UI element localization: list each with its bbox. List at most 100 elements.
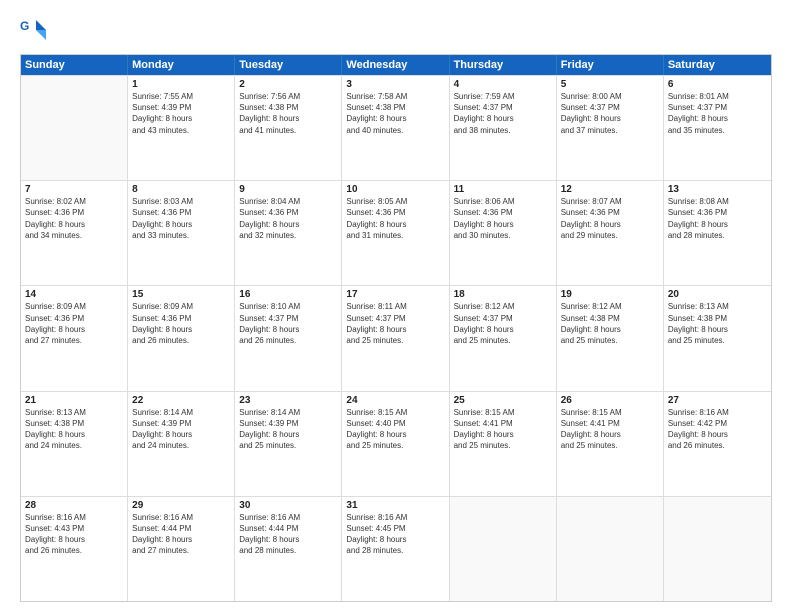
day-info: Sunrise: 7:56 AMSunset: 4:38 PMDaylight:…: [239, 91, 337, 136]
day-number: 21: [25, 395, 123, 406]
day-info: Sunrise: 8:13 AMSunset: 4:38 PMDaylight:…: [668, 301, 767, 346]
day-info: Sunrise: 7:58 AMSunset: 4:38 PMDaylight:…: [346, 91, 444, 136]
day-number: 28: [25, 500, 123, 511]
day-number: 11: [454, 184, 552, 195]
day-info: Sunrise: 8:15 AMSunset: 4:41 PMDaylight:…: [454, 407, 552, 452]
calendar-week-row: 1Sunrise: 7:55 AMSunset: 4:39 PMDaylight…: [21, 75, 771, 180]
calendar-cell: 15Sunrise: 8:09 AMSunset: 4:36 PMDayligh…: [128, 286, 235, 390]
weekday-header: Tuesday: [235, 55, 342, 75]
day-number: 2: [239, 79, 337, 90]
day-number: 4: [454, 79, 552, 90]
calendar-cell: 23Sunrise: 8:14 AMSunset: 4:39 PMDayligh…: [235, 392, 342, 496]
day-number: 8: [132, 184, 230, 195]
weekday-header: Wednesday: [342, 55, 449, 75]
calendar-cell: 12Sunrise: 8:07 AMSunset: 4:36 PMDayligh…: [557, 181, 664, 285]
day-number: 20: [668, 289, 767, 300]
day-info: Sunrise: 8:15 AMSunset: 4:40 PMDaylight:…: [346, 407, 444, 452]
calendar-cell: 14Sunrise: 8:09 AMSunset: 4:36 PMDayligh…: [21, 286, 128, 390]
day-number: 3: [346, 79, 444, 90]
day-number: 9: [239, 184, 337, 195]
calendar-cell: [21, 76, 128, 180]
day-info: Sunrise: 8:00 AMSunset: 4:37 PMDaylight:…: [561, 91, 659, 136]
day-info: Sunrise: 8:08 AMSunset: 4:36 PMDaylight:…: [668, 196, 767, 241]
calendar-cell: 7Sunrise: 8:02 AMSunset: 4:36 PMDaylight…: [21, 181, 128, 285]
day-info: Sunrise: 7:59 AMSunset: 4:37 PMDaylight:…: [454, 91, 552, 136]
day-number: 14: [25, 289, 123, 300]
day-number: 29: [132, 500, 230, 511]
day-number: 30: [239, 500, 337, 511]
day-number: 1: [132, 79, 230, 90]
calendar-cell: 26Sunrise: 8:15 AMSunset: 4:41 PMDayligh…: [557, 392, 664, 496]
day-info: Sunrise: 8:04 AMSunset: 4:36 PMDaylight:…: [239, 196, 337, 241]
day-info: Sunrise: 8:16 AMSunset: 4:42 PMDaylight:…: [668, 407, 767, 452]
calendar-cell: 29Sunrise: 8:16 AMSunset: 4:44 PMDayligh…: [128, 497, 235, 601]
weekday-header: Sunday: [21, 55, 128, 75]
day-info: Sunrise: 8:13 AMSunset: 4:38 PMDaylight:…: [25, 407, 123, 452]
calendar-cell: 21Sunrise: 8:13 AMSunset: 4:38 PMDayligh…: [21, 392, 128, 496]
day-number: 22: [132, 395, 230, 406]
calendar-cell: 31Sunrise: 8:16 AMSunset: 4:45 PMDayligh…: [342, 497, 449, 601]
calendar-cell: 22Sunrise: 8:14 AMSunset: 4:39 PMDayligh…: [128, 392, 235, 496]
day-info: Sunrise: 8:11 AMSunset: 4:37 PMDaylight:…: [346, 301, 444, 346]
calendar: SundayMondayTuesdayWednesdayThursdayFrid…: [20, 54, 772, 602]
calendar-cell: 5Sunrise: 8:00 AMSunset: 4:37 PMDaylight…: [557, 76, 664, 180]
day-number: 17: [346, 289, 444, 300]
day-number: 15: [132, 289, 230, 300]
day-info: Sunrise: 8:10 AMSunset: 4:37 PMDaylight:…: [239, 301, 337, 346]
calendar-cell: 13Sunrise: 8:08 AMSunset: 4:36 PMDayligh…: [664, 181, 771, 285]
logo-icon: G: [20, 16, 48, 44]
calendar-cell: 9Sunrise: 8:04 AMSunset: 4:36 PMDaylight…: [235, 181, 342, 285]
day-info: Sunrise: 8:16 AMSunset: 4:43 PMDaylight:…: [25, 512, 123, 557]
calendar-cell: 25Sunrise: 8:15 AMSunset: 4:41 PMDayligh…: [450, 392, 557, 496]
page: G SundayMondayTuesdayWednesdayThursdayFr…: [0, 0, 792, 612]
calendar-cell: 10Sunrise: 8:05 AMSunset: 4:36 PMDayligh…: [342, 181, 449, 285]
calendar-cell: 3Sunrise: 7:58 AMSunset: 4:38 PMDaylight…: [342, 76, 449, 180]
day-number: 12: [561, 184, 659, 195]
header: G: [20, 16, 772, 44]
calendar-cell: [450, 497, 557, 601]
calendar-cell: 11Sunrise: 8:06 AMSunset: 4:36 PMDayligh…: [450, 181, 557, 285]
day-info: Sunrise: 8:01 AMSunset: 4:37 PMDaylight:…: [668, 91, 767, 136]
calendar-cell: 1Sunrise: 7:55 AMSunset: 4:39 PMDaylight…: [128, 76, 235, 180]
day-number: 24: [346, 395, 444, 406]
day-number: 19: [561, 289, 659, 300]
calendar-cell: 18Sunrise: 8:12 AMSunset: 4:37 PMDayligh…: [450, 286, 557, 390]
day-info: Sunrise: 8:09 AMSunset: 4:36 PMDaylight:…: [132, 301, 230, 346]
day-info: Sunrise: 8:02 AMSunset: 4:36 PMDaylight:…: [25, 196, 123, 241]
day-info: Sunrise: 8:05 AMSunset: 4:36 PMDaylight:…: [346, 196, 444, 241]
day-number: 31: [346, 500, 444, 511]
calendar-week-row: 28Sunrise: 8:16 AMSunset: 4:43 PMDayligh…: [21, 496, 771, 601]
calendar-cell: 28Sunrise: 8:16 AMSunset: 4:43 PMDayligh…: [21, 497, 128, 601]
day-number: 6: [668, 79, 767, 90]
day-info: Sunrise: 8:12 AMSunset: 4:38 PMDaylight:…: [561, 301, 659, 346]
day-info: Sunrise: 8:06 AMSunset: 4:36 PMDaylight:…: [454, 196, 552, 241]
day-number: 7: [25, 184, 123, 195]
calendar-cell: [557, 497, 664, 601]
day-info: Sunrise: 8:16 AMSunset: 4:44 PMDaylight:…: [132, 512, 230, 557]
day-info: Sunrise: 8:16 AMSunset: 4:45 PMDaylight:…: [346, 512, 444, 557]
calendar-week-row: 7Sunrise: 8:02 AMSunset: 4:36 PMDaylight…: [21, 180, 771, 285]
logo: G: [20, 16, 52, 44]
calendar-cell: 6Sunrise: 8:01 AMSunset: 4:37 PMDaylight…: [664, 76, 771, 180]
calendar-cell: 16Sunrise: 8:10 AMSunset: 4:37 PMDayligh…: [235, 286, 342, 390]
day-info: Sunrise: 8:12 AMSunset: 4:37 PMDaylight:…: [454, 301, 552, 346]
day-number: 25: [454, 395, 552, 406]
day-number: 27: [668, 395, 767, 406]
day-info: Sunrise: 8:14 AMSunset: 4:39 PMDaylight:…: [132, 407, 230, 452]
calendar-cell: 24Sunrise: 8:15 AMSunset: 4:40 PMDayligh…: [342, 392, 449, 496]
day-info: Sunrise: 8:14 AMSunset: 4:39 PMDaylight:…: [239, 407, 337, 452]
calendar-cell: 8Sunrise: 8:03 AMSunset: 4:36 PMDaylight…: [128, 181, 235, 285]
day-number: 10: [346, 184, 444, 195]
day-info: Sunrise: 8:09 AMSunset: 4:36 PMDaylight:…: [25, 301, 123, 346]
weekday-header: Friday: [557, 55, 664, 75]
day-number: 5: [561, 79, 659, 90]
calendar-week-row: 21Sunrise: 8:13 AMSunset: 4:38 PMDayligh…: [21, 391, 771, 496]
calendar-header: SundayMondayTuesdayWednesdayThursdayFrid…: [21, 55, 771, 75]
calendar-cell: 17Sunrise: 8:11 AMSunset: 4:37 PMDayligh…: [342, 286, 449, 390]
day-number: 23: [239, 395, 337, 406]
day-info: Sunrise: 8:15 AMSunset: 4:41 PMDaylight:…: [561, 407, 659, 452]
day-info: Sunrise: 8:07 AMSunset: 4:36 PMDaylight:…: [561, 196, 659, 241]
day-info: Sunrise: 7:55 AMSunset: 4:39 PMDaylight:…: [132, 91, 230, 136]
day-number: 13: [668, 184, 767, 195]
calendar-body: 1Sunrise: 7:55 AMSunset: 4:39 PMDaylight…: [21, 75, 771, 601]
